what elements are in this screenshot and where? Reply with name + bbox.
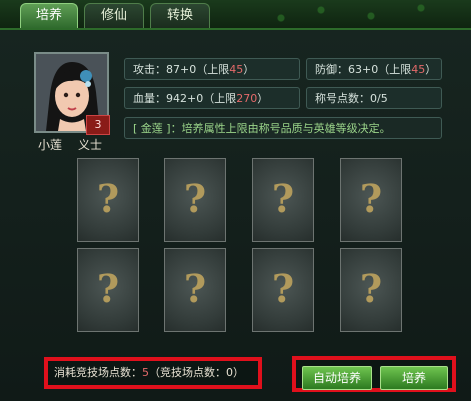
train-slot[interactable]: ?: [340, 158, 402, 242]
cost-value: 5: [142, 366, 149, 379]
close-paren: ）: [257, 92, 269, 105]
question-mark-icon: ?: [271, 266, 295, 311]
stat-hp-limit: 270: [236, 92, 258, 105]
cultivation-window: 培养 修仙 转换 3 小莲 义士 攻击：87+0（上限45） 防御：63+0（上…: [0, 0, 471, 401]
train-slot[interactable]: ?: [340, 248, 402, 332]
auto-train-button[interactable]: 自动培养: [302, 366, 372, 390]
train-slot[interactable]: ?: [77, 158, 139, 242]
train-slot[interactable]: ?: [164, 158, 226, 242]
train-slot[interactable]: ?: [77, 248, 139, 332]
stat-defense: 防御：63+0（上限45）: [306, 58, 442, 80]
question-mark-icon: ?: [96, 266, 120, 311]
tab-train[interactable]: 培养: [20, 3, 78, 28]
cost-suffix: ）: [233, 366, 244, 379]
question-mark-icon: ?: [183, 266, 207, 311]
cost-owned-value: 0: [226, 366, 233, 379]
hero-name: 小莲: [38, 138, 63, 152]
stat-hp: 血量：942+0（上限270）: [124, 87, 300, 109]
question-mark-icon: ?: [359, 176, 383, 221]
stat-title-points: 称号点数：0/5: [306, 87, 442, 109]
info-hint: [ 金莲 ]：培养属性上限由称号品质与英雄等级决定。: [124, 117, 442, 139]
tab-convert[interactable]: 转换: [150, 3, 210, 28]
close-paren: ）: [243, 63, 255, 76]
question-mark-icon: ?: [271, 176, 295, 221]
tab-bar-decoration: [251, 0, 471, 26]
stat-defense-text: 防御：63+0（上限: [315, 63, 412, 76]
cost-owned-label: （竞技场点数：: [149, 366, 226, 379]
stat-attack-limit: 45: [229, 63, 244, 76]
hero-level-badge: 3: [86, 115, 110, 135]
close-paren: ）: [425, 63, 437, 76]
stat-attack-text: 攻击：87+0（上限: [133, 63, 230, 76]
question-mark-icon: ?: [183, 176, 207, 221]
stat-attack: 攻击：87+0（上限45）: [124, 58, 300, 80]
stat-defense-limit: 45: [411, 63, 426, 76]
stat-hp-text: 血量：942+0（上限: [133, 92, 237, 105]
question-mark-icon: ?: [359, 266, 383, 311]
train-button[interactable]: 培养: [380, 366, 448, 390]
train-slot[interactable]: ?: [252, 158, 314, 242]
train-slot[interactable]: ?: [164, 248, 226, 332]
hero-class: 义士: [78, 138, 103, 152]
arena-point-cost: 消耗竞技场点数：5（竞技场点数：0）: [44, 357, 262, 389]
tab-bar: 培养 修仙 转换: [0, 0, 471, 30]
train-slot[interactable]: ?: [252, 248, 314, 332]
action-button-group: 自动培养 培养: [292, 356, 456, 392]
question-mark-icon: ?: [96, 176, 120, 221]
cost-label: 消耗竞技场点数：: [54, 366, 142, 379]
tab-cultivate[interactable]: 修仙: [84, 3, 144, 28]
